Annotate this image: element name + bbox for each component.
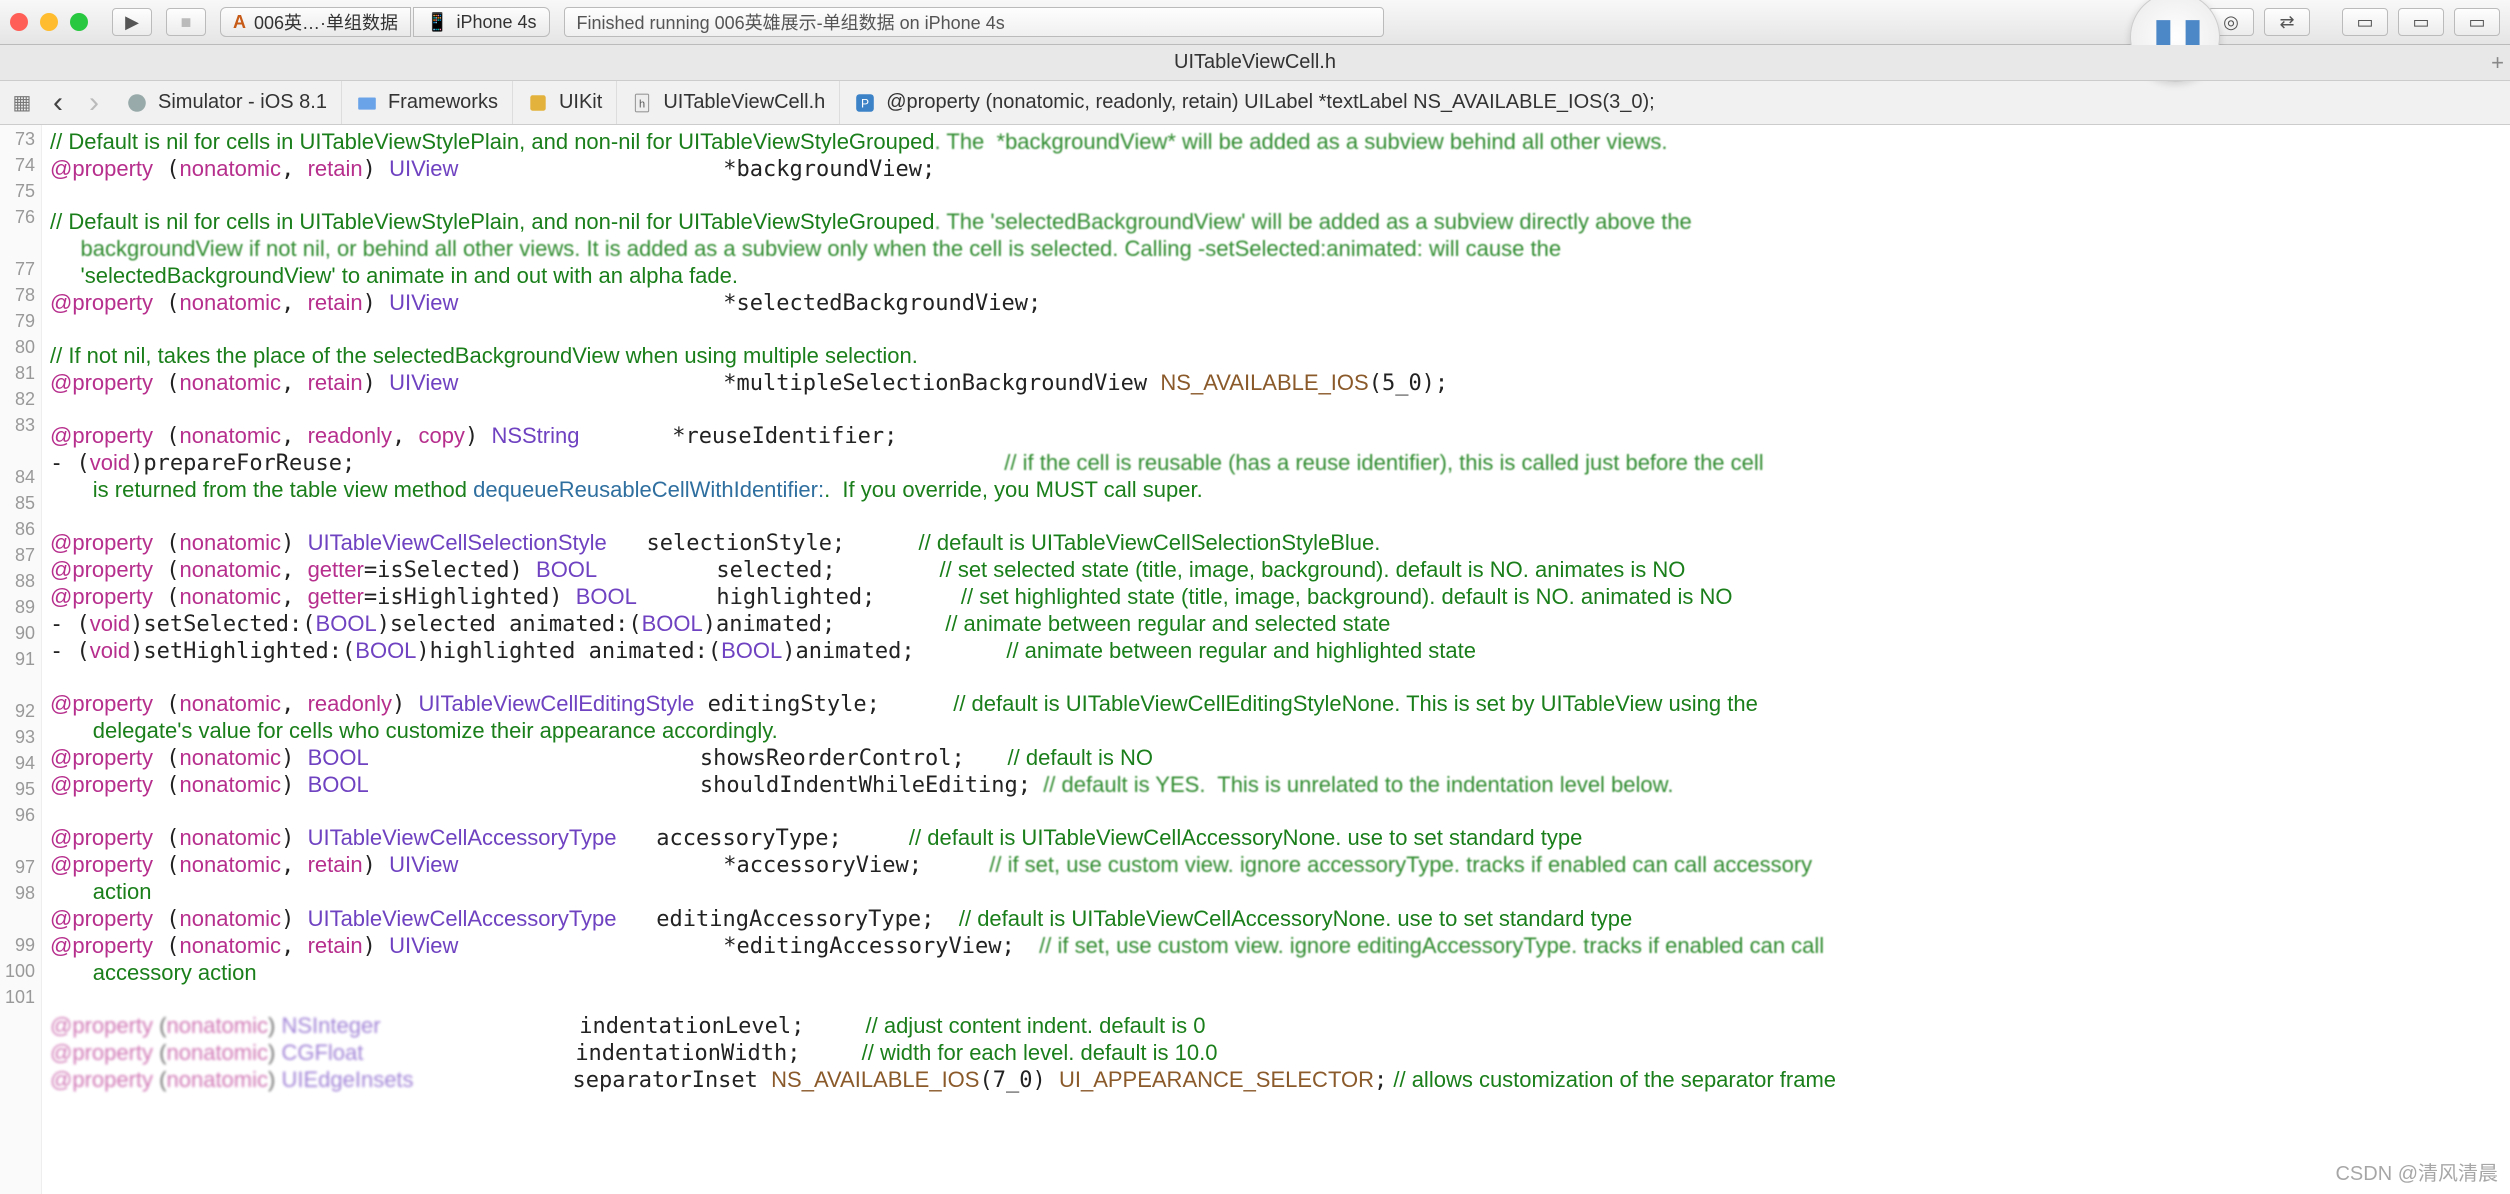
panel-right-icon: ▭ [2468,12,2485,33]
swap-icon: ⇄ [2279,12,2294,33]
panel-left-icon: ▭ [2356,12,2373,33]
play-icon: ▶ [125,12,139,33]
source-editor: 7374757677787980818283848586878889909192… [0,125,2510,1194]
framework-icon [527,92,549,114]
jumpbar-frameworks[interactable]: Frameworks [342,81,513,124]
toggle-utilities-button[interactable]: ▭ [2454,8,2500,36]
tab-bar: UITableViewCell.h + [0,45,2510,81]
toggle-navigator-button[interactable]: ▭ [2342,8,2388,36]
active-tab-title[interactable]: UITableViewCell.h [1174,51,1336,74]
jumpbar-file-label: UITableViewCell.h [663,91,825,114]
app-icon: A [233,12,246,33]
zoom-window-button[interactable] [70,13,88,31]
jumpbar-simulator[interactable]: Simulator - iOS 8.1 [112,81,342,124]
jumpbar-uikit-label: UIKit [559,91,602,114]
related-items-button[interactable]: ▦ [4,85,40,121]
folder-icon [356,92,378,114]
toggle-debug-button[interactable]: ▭ [2398,8,2444,36]
jumpbar-simulator-label: Simulator - iOS 8.1 [158,91,327,114]
run-button[interactable]: ▶ [112,8,152,36]
rings-icon: ◎ [2223,12,2239,33]
code-area[interactable]: // Default is nil for cells in UITableVi… [42,125,2510,1194]
status-text: Finished running 006英雄展示-单组数据 on iPhone … [577,9,1005,35]
new-tab-button[interactable]: + [2491,50,2504,76]
scheme-name: 006英…·单组数据 [254,9,398,35]
svg-text:P: P [861,96,869,110]
property-icon: P [854,92,876,114]
main-toolbar: ▶ ■ A 006英…·单组数据 📱 iPhone 4s Finished ru… [0,0,2510,45]
status-bar: Finished running 006英雄展示-单组数据 on iPhone … [564,7,1384,37]
jumpbar-file[interactable]: h UITableViewCell.h [617,81,840,124]
history-back-button[interactable]: ‹ [40,85,76,121]
jumpbar-symbol[interactable]: P @property (nonatomic, readonly, retain… [840,81,2510,124]
svg-text:h: h [639,98,645,110]
minimize-window-button[interactable] [40,13,58,31]
scheme-device: iPhone 4s [456,12,536,33]
simulator-icon [126,92,148,114]
version-editor-button[interactable]: ⇄ [2264,8,2310,36]
window-traffic-lights [10,13,88,31]
close-window-button[interactable] [10,13,28,31]
history-forward-button[interactable]: › [76,85,112,121]
jumpbar-frameworks-label: Frameworks [388,91,498,114]
phone-icon: 📱 [426,12,448,33]
scheme-selector[interactable]: A 006英…·单组数据 📱 iPhone 4s [220,7,550,37]
jumpbar-uikit[interactable]: UIKit [513,81,617,124]
stop-button[interactable]: ■ [166,8,206,36]
panel-bottom-icon: ▭ [2412,12,2429,33]
line-number-gutter: 7374757677787980818283848586878889909192… [0,125,42,1194]
jump-bar: ▦ ‹ › Simulator - iOS 8.1 Frameworks UIK… [0,81,2510,125]
stop-icon: ■ [181,12,192,33]
jumpbar-symbol-label: @property (nonatomic, readonly, retain) … [886,91,1654,114]
header-file-icon: h [631,92,653,114]
watermark-text: CSDN @清风清晨 [2335,1157,2498,1186]
